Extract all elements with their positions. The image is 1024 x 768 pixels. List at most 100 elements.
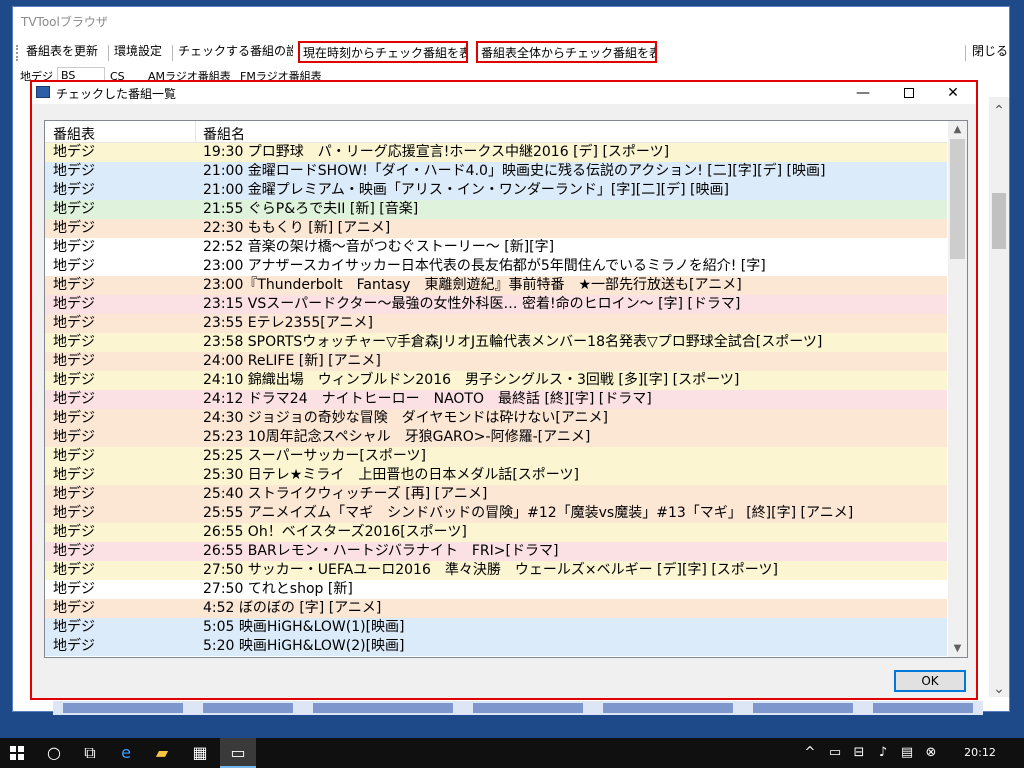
table-row[interactable]: 地デジ 26:55 BARレモン・ハートジバラナイト FRI>[ドラマ] (45, 542, 947, 561)
display-icon[interactable]: ▭ (824, 738, 846, 768)
table-row[interactable]: 地デジ 24:30 ジョジョの奇妙な冒険 ダイヤモンドは砕けない[アニメ] (45, 409, 947, 428)
row-channel: 地デジ (53, 467, 95, 483)
background-panel (13, 97, 29, 697)
table-row[interactable]: 地デジ 24:12 ドラマ24 ナイトヒーロー NAOTO 最終話 [終][字] … (45, 390, 947, 409)
table-row[interactable]: 地デジ 24:10 錦織出場 ウィンブルドン2016 男子シングルス・3回戦 [多… (45, 371, 947, 390)
tvtool-icon[interactable]: ▭ (220, 738, 256, 768)
scroll-thumb[interactable] (992, 193, 1006, 249)
table-row[interactable]: 地デジ 23:15 VSスーパードクター～最強の女性外科医… 密着!命のヒロイン～… (45, 295, 947, 314)
toolbar-separator (965, 45, 966, 61)
scroll-down-icon[interactable]: ▼ (948, 640, 967, 657)
table-row[interactable]: 地デジ 24:00 ReLIFE [新] [アニメ] (45, 352, 947, 371)
edge-icon[interactable]: e (108, 738, 144, 768)
row-channel: 地デジ (53, 201, 95, 217)
task-view-icon[interactable]: ⧉ (72, 738, 108, 768)
settings-button[interactable]: 環境設定 (111, 41, 169, 63)
store-icon[interactable]: ▦ (182, 738, 218, 768)
table-row[interactable]: 地デジ 25:55 アニメイズム「マギ シンドバッドの冒険」#12「魔装vs魔装」… (45, 504, 947, 523)
table-row[interactable]: 地デジ 25:25 スーパーサッカー[スポーツ] (45, 447, 947, 466)
row-channel: 地デジ (53, 296, 95, 312)
table-row[interactable]: 地デジ 19:30 プロ野球 パ・リーグ応援宣言!ホークス中継2016 [デ] [… (45, 143, 947, 162)
column-header-channel[interactable]: 番組表 (53, 124, 95, 144)
row-channel: 地デジ (53, 220, 95, 236)
ok-button[interactable]: OK (894, 670, 966, 692)
alert-icon[interactable]: ⊗ (920, 738, 942, 768)
row-program: 21:00 金曜ロードSHOW!「ダイ・ハード4.0」映画史に残る伝説のアクショ… (203, 163, 826, 179)
dialog-close-button[interactable]: ✕ (930, 82, 976, 104)
list-scrollbar[interactable]: ▲ ▼ (948, 121, 967, 657)
show-from-now-button[interactable]: 現在時刻からチェック番組を表示 (298, 41, 468, 63)
program-list[interactable]: 番組表 番組名 地デジ 19:30 プロ野球 パ・リーグ応援宣言!ホークス中継20… (44, 120, 968, 658)
toolbar-separator (108, 45, 109, 61)
refresh-button[interactable]: 番組表を更新 (23, 41, 105, 63)
row-program: 25:23 10周年記念スペシャル 牙狼GARO>-阿修羅-[アニメ] (203, 429, 591, 445)
main-scrollbar[interactable]: ⌃ ⌄ (989, 97, 1009, 697)
row-program: 21:00 金曜プレミアム・映画「アリス・イン・ワンダーランド」[字][二][デ… (203, 182, 729, 198)
scroll-thumb[interactable] (950, 139, 965, 259)
checked-programs-dialog: チェックした番組一覧 — ✕ 番組表 番組名 地デジ 19:30 プロ野球 パ・リ… (30, 80, 978, 700)
row-program: 5:05 映画HiGH&LOW(1)[映画] (203, 619, 405, 635)
table-row[interactable]: 地デジ 25:30 日テレ★ミライ 上田晋也の日本メダル話[スポーツ] (45, 466, 947, 485)
row-channel: 地デジ (53, 638, 95, 654)
table-row[interactable]: 地デジ 4:52 ぼのぼの [字] [アニメ] (45, 599, 947, 618)
close-button[interactable]: 閉じる (969, 41, 1009, 63)
scroll-down-icon[interactable]: ⌄ (989, 681, 1009, 697)
clock[interactable]: 20:12 (960, 738, 1000, 768)
table-row[interactable]: 地デジ 5:20 映画HiGH&LOW(2)[映画] (45, 637, 947, 656)
table-row[interactable]: 地デジ 27:50 サッカー・UEFAユーロ2016 準々決勝 ウェールズ×ベルギ… (45, 561, 947, 580)
start-button[interactable] (0, 738, 36, 768)
background-program-grid (53, 701, 983, 715)
row-program: 27:50 てれとshop [新] (203, 581, 353, 597)
row-channel: 地デジ (53, 505, 95, 521)
row-channel: 地デジ (53, 524, 95, 540)
dialog-titlebar[interactable]: チェックした番組一覧 — ✕ (32, 82, 976, 104)
row-program: 24:00 ReLIFE [新] [アニメ] (203, 353, 381, 369)
table-row[interactable]: 地デジ 21:55 ぐらP&ろで夫II [新] [音楽] (45, 200, 947, 219)
row-program: 22:30 ももくり [新] [アニメ] (203, 220, 391, 236)
row-program: 24:10 錦織出場 ウィンブルドン2016 男子シングルス・3回戦 [多][字… (203, 372, 740, 388)
volume-icon[interactable]: ♪ (872, 738, 894, 768)
check-settings-button[interactable]: チェックする番組の設定 (175, 41, 293, 63)
scroll-up-icon[interactable]: ▲ (948, 121, 967, 138)
row-program: 25:25 スーパーサッカー[スポーツ] (203, 448, 427, 464)
scroll-up-icon[interactable]: ⌃ (989, 103, 1009, 119)
table-row[interactable]: 地デジ 21:00 金曜ロードSHOW!「ダイ・ハード4.0」映画史に残る伝説のア… (45, 162, 947, 181)
file-explorer-icon[interactable]: ▰ (144, 738, 180, 768)
table-row[interactable]: 地デジ 23:58 SPORTSウォッチャー▽手倉森JリオJ五輪代表メンバー18名… (45, 333, 947, 352)
notification-icon[interactable]: ▤ (896, 738, 918, 768)
row-channel: 地デジ (53, 163, 95, 179)
table-row[interactable]: 地デジ 25:40 ストライクウィッチーズ [再] [アニメ] (45, 485, 947, 504)
taskbar: ○ ⧉ e ▰ ▦ ▭ ^ ▭ ⊟ ♪ ▤ ⊗ 20:12 (0, 738, 1024, 768)
column-divider[interactable] (195, 121, 196, 143)
maximize-button[interactable] (886, 82, 932, 104)
cortana-icon[interactable]: ○ (36, 738, 72, 768)
chevron-up-icon[interactable]: ^ (800, 738, 820, 768)
network-icon[interactable]: ⊟ (848, 738, 870, 768)
table-row[interactable]: 地デジ 22:52 音楽の架け橋～音がつむぐストーリー～ [新][字] (45, 238, 947, 257)
table-row[interactable]: 地デジ 25:23 10周年記念スペシャル 牙狼GARO>-阿修羅-[アニメ] (45, 428, 947, 447)
table-row[interactable]: 地デジ 23:55 Eテレ2355[アニメ] (45, 314, 947, 333)
table-row[interactable]: 地デジ 23:00『Thunderbolt Fantasy 東離劍遊紀』事前特番 … (45, 276, 947, 295)
table-row[interactable]: 地デジ 21:00 金曜プレミアム・映画「アリス・イン・ワンダーランド」[字][二… (45, 181, 947, 200)
table-row[interactable]: 地デジ 5:05 映画HiGH&LOW(1)[映画] (45, 618, 947, 637)
row-channel: 地デジ (53, 391, 95, 407)
row-program: 25:30 日テレ★ミライ 上田晋也の日本メダル話[スポーツ] (203, 467, 579, 483)
row-channel: 地デジ (53, 353, 95, 369)
minimize-button[interactable]: — (840, 82, 886, 104)
row-channel: 地デジ (53, 429, 95, 445)
table-row[interactable]: 地デジ 23:00 アナザースカイサッカー日本代表の長友佑都が5年間住んでいるミラ… (45, 257, 947, 276)
toolbar-grip[interactable] (16, 45, 18, 61)
column-header-program[interactable]: 番組名 (203, 124, 245, 144)
row-channel: 地デジ (53, 334, 95, 350)
row-program: 23:00 アナザースカイサッカー日本代表の長友佑都が5年間住んでいるミラノを紹… (203, 258, 766, 274)
maximize-icon (904, 88, 914, 98)
show-all-button[interactable]: 番組表全体からチェック番組を表示 (476, 41, 657, 63)
list-rows: 地デジ 19:30 プロ野球 パ・リーグ応援宣言!ホークス中継2016 [デ] [… (45, 143, 947, 656)
table-row[interactable]: 地デジ 27:50 てれとshop [新] (45, 580, 947, 599)
table-row[interactable]: 地デジ 26:55 Oh！ベイスターズ2016[スポーツ] (45, 523, 947, 542)
table-row[interactable]: 地デジ 22:30 ももくり [新] [アニメ] (45, 219, 947, 238)
toolbar: 番組表を更新 環境設定 チェックする番組の設定 現在時刻からチェック番組を表示 … (13, 39, 1009, 65)
minimize-icon: — (856, 85, 870, 101)
row-channel: 地デジ (53, 182, 95, 198)
row-program: 24:12 ドラマ24 ナイトヒーロー NAOTO 最終話 [終][字] [ドラ… (203, 391, 652, 407)
